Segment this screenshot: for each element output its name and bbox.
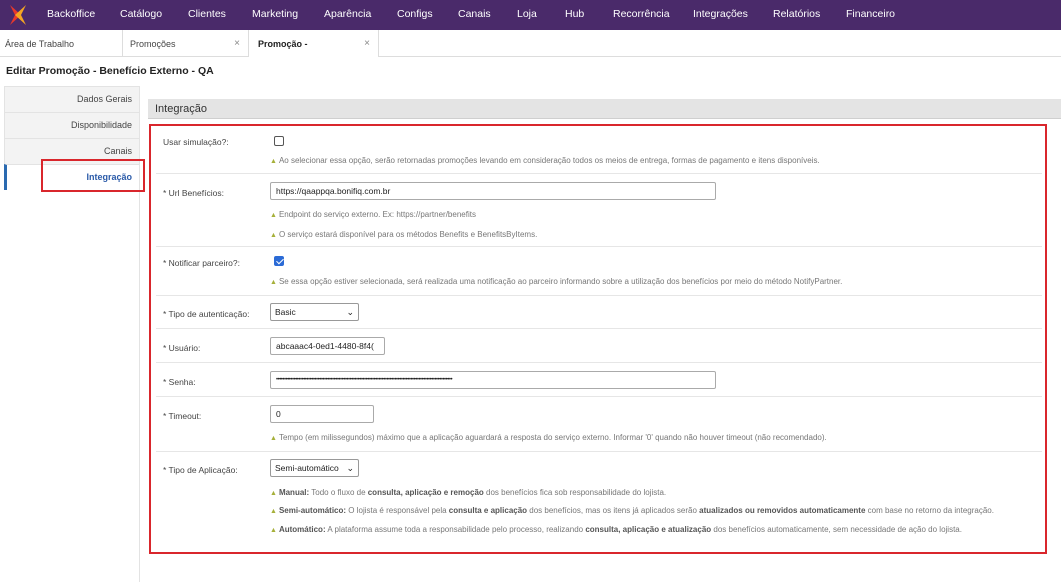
simulacao-label: Usar simulação?: [163, 137, 229, 147]
timeout-label: * Timeout: [163, 411, 202, 421]
aplicacao-select[interactable]: Semi-automático ⌄ [270, 459, 359, 477]
aplicacao-hint-manual: ▲ Manual: Todo o fluxo de consulta, aplic… [270, 488, 667, 497]
page-title: Editar Promoção - Benefício Externo - QA [6, 65, 214, 77]
usuario-label: * Usuário: [163, 343, 201, 353]
sidebar-item-dados-gerais[interactable]: Dados Gerais [4, 86, 140, 112]
senha-label: * Senha: [163, 377, 196, 387]
hint-arrow-icon: ▲ [270, 490, 277, 497]
tab-label: Promoção - [258, 38, 308, 49]
divider [156, 246, 1042, 247]
simulacao-checkbox[interactable] [274, 136, 284, 146]
tab-area-de-trabalho[interactable]: Área de Trabalho [0, 30, 123, 57]
nav-catalogo[interactable]: Catálogo [120, 8, 162, 20]
divider [156, 295, 1042, 296]
hint-arrow-icon: ▲ [270, 527, 277, 534]
top-nav: Backoffice Catálogo Clientes Marketing A… [0, 0, 1061, 30]
nav-backoffice[interactable]: Backoffice [47, 8, 95, 20]
aplicacao-label: * Tipo de Aplicação: [163, 465, 238, 475]
simulacao-hint: ▲ Ao selecionar essa opção, serão retorna… [270, 156, 820, 165]
chevron-down-icon: ⌄ [346, 463, 354, 473]
hint-arrow-icon: ▲ [270, 279, 277, 286]
url-hint-endpoint: ▲ Endpoint do serviço externo. Ex: https:… [270, 210, 476, 219]
nav-configs[interactable]: Configs [397, 8, 433, 20]
tab-label: Área de Trabalho [5, 38, 75, 49]
section-title: Integração [155, 103, 207, 115]
timeout-input[interactable]: 0 [270, 405, 374, 423]
tab-promocoes[interactable]: Promoções × [123, 30, 249, 57]
nav-marketing[interactable]: Marketing [252, 8, 298, 20]
aplicacao-hint-semi: ▲ Semi-automático: O lojista é responsáve… [270, 506, 994, 515]
divider [156, 396, 1042, 397]
nav-hub[interactable]: Hub [565, 8, 584, 20]
usuario-input[interactable]: abcaaac4-0ed1-4480-8f4( [270, 337, 385, 355]
highlight-box-sidebar [41, 159, 145, 192]
tab-bar: Área de Trabalho Promoções × Promoção - … [0, 30, 1061, 57]
auth-select[interactable]: Basic ⌄ [270, 303, 359, 321]
hint-arrow-icon: ▲ [270, 158, 277, 165]
hint-arrow-icon: ▲ [270, 212, 277, 219]
nav-canais[interactable]: Canais [458, 8, 491, 20]
notificar-checkbox[interactable] [274, 256, 284, 266]
divider [156, 173, 1042, 174]
aplicacao-select-value: Semi-automático [275, 463, 339, 473]
hint-arrow-icon: ▲ [270, 508, 277, 515]
nav-integracoes[interactable]: Integrações [693, 8, 748, 20]
hint-arrow-icon: ▲ [270, 435, 277, 442]
timeout-hint: ▲ Tempo (em milissegundos) máximo que a a… [270, 433, 827, 442]
auth-label: * Tipo de autenticação: [163, 309, 250, 319]
nav-financeiro[interactable]: Financeiro [846, 8, 895, 20]
nav-relatorios[interactable]: Relatórios [773, 8, 820, 20]
tab-promocao[interactable]: Promoção - × [249, 30, 379, 57]
nav-recorrencia[interactable]: Recorrência [613, 8, 670, 20]
notificar-hint: ▲ Se essa opção estiver selecionada, será… [270, 277, 843, 286]
nav-aparencia[interactable]: Aparência [324, 8, 371, 20]
senha-input[interactable]: ••••••••••••••••••••••••••••••••••••••••… [270, 371, 716, 389]
url-input[interactable]: https://qaappqa.bonifiq.com.br [270, 182, 716, 200]
url-label: * Url Benefícios: [163, 188, 224, 198]
nav-loja[interactable]: Loja [517, 8, 537, 20]
divider [156, 451, 1042, 452]
hint-arrow-icon: ▲ [270, 232, 277, 239]
sidebar-item-disponibilidade[interactable]: Disponibilidade [4, 112, 140, 138]
divider [156, 362, 1042, 363]
divider [156, 328, 1042, 329]
close-icon[interactable]: × [234, 38, 240, 49]
brand-logo-icon[interactable] [0, 0, 36, 30]
chevron-down-icon: ⌄ [346, 307, 354, 317]
auth-select-value: Basic [275, 307, 296, 317]
url-hint-methods: ▲ O serviço estará disponível para os mét… [270, 230, 538, 239]
nav-clientes[interactable]: Clientes [188, 8, 226, 20]
tab-label: Promoções [130, 38, 176, 49]
close-icon[interactable]: × [364, 38, 370, 49]
section-header: Integração [148, 99, 1061, 119]
aplicacao-hint-auto: ▲ Automático: A plataforma assume toda a … [270, 525, 962, 534]
notificar-label: * Notificar parceiro?: [163, 258, 241, 268]
